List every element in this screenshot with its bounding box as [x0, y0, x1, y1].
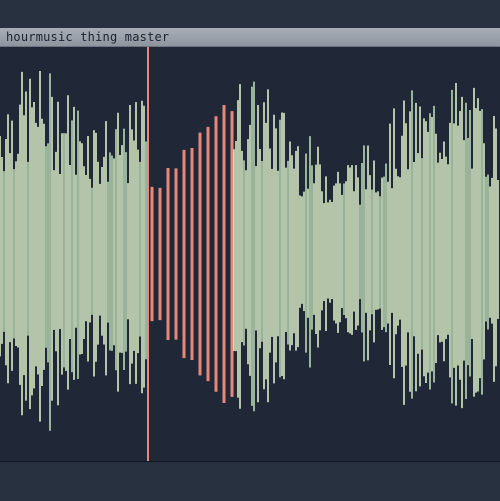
audio-waveform: [0, 47, 499, 461]
track-row-below[interactable]: [0, 461, 500, 501]
audio-clip[interactable]: hourmusic thing master: [0, 28, 500, 461]
track-row-above[interactable]: [0, 0, 500, 29]
clip-waveform-area[interactable]: [0, 47, 500, 461]
clip-header[interactable]: hourmusic thing master: [0, 28, 500, 47]
clip-title: hourmusic thing master: [6, 30, 170, 44]
selection-edge: [147, 47, 149, 461]
